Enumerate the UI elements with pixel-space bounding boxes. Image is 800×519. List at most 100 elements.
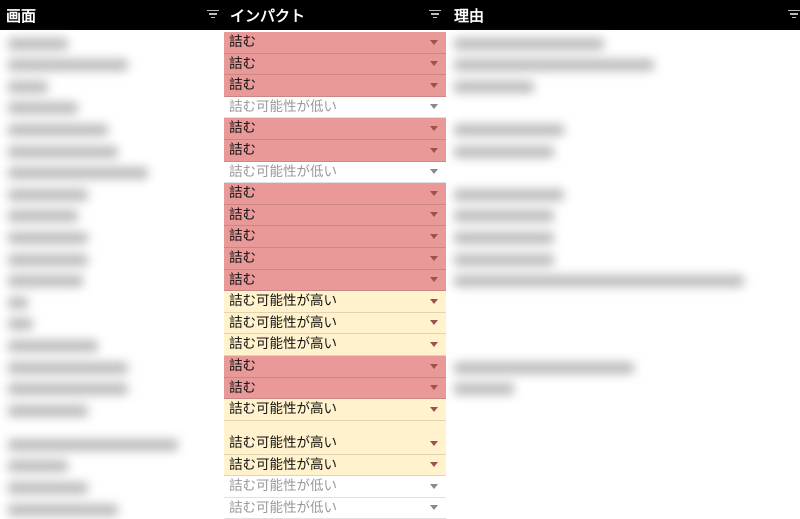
blurred-text <box>454 80 534 93</box>
impact-dropdown-cell[interactable]: 詰む <box>224 118 446 140</box>
dropdown-arrow-icon[interactable] <box>430 406 438 412</box>
blurred-text <box>454 124 564 136</box>
dropdown-arrow-icon[interactable] <box>430 320 438 326</box>
column-header-impact[interactable]: インパクト <box>224 0 305 30</box>
dropdown-arrow-icon[interactable] <box>430 39 438 45</box>
impact-dropdown-cell[interactable]: 詰む <box>224 204 446 227</box>
filter-icon[interactable] <box>788 10 800 20</box>
filter-icon[interactable] <box>429 10 441 20</box>
impact-dropdown-cell[interactable]: 詰む可能性が高い <box>224 399 446 421</box>
dropdown-arrow-icon[interactable] <box>430 298 438 304</box>
dropdown-arrow-icon[interactable] <box>430 341 438 347</box>
blurred-text <box>454 232 554 244</box>
dropdown-arrow-icon[interactable] <box>430 147 438 153</box>
impact-value: 詰む <box>229 249 256 266</box>
blurred-text <box>454 210 554 223</box>
dropdown-arrow-icon[interactable] <box>430 505 438 511</box>
impact-dropdown-cell[interactable]: 詰む <box>224 269 446 292</box>
impact-value: 詰む可能性が高い <box>229 434 337 451</box>
blurred-text <box>8 80 48 93</box>
column-header-screen[interactable]: 画面 <box>0 0 36 30</box>
impact-dropdown-cell[interactable]: 詰む可能性が低い <box>224 497 446 519</box>
impact-value: 詰む <box>229 77 256 94</box>
impact-dropdown-cell[interactable]: 詰む可能性が高い <box>224 454 446 477</box>
blurred-text <box>454 145 554 158</box>
blurred-text <box>8 102 78 115</box>
impact-dropdown-cell[interactable]: 詰む可能性が高い <box>224 291 446 313</box>
impact-value: 詰む可能性が高い <box>229 314 337 331</box>
dropdown-arrow-icon[interactable] <box>430 483 438 489</box>
impact-value: 詰む <box>229 271 256 288</box>
blurred-text <box>8 438 178 451</box>
impact-value: 詰む可能性が低い <box>229 98 337 115</box>
impact-value: 詰む <box>229 34 256 50</box>
impact-dropdown-cell[interactable]: 詰む <box>224 355 446 378</box>
dropdown-arrow-icon[interactable] <box>430 462 438 468</box>
blurred-text <box>8 275 83 288</box>
blurred-text <box>8 404 88 417</box>
blurred-text <box>454 361 634 374</box>
dropdown-arrow-icon[interactable] <box>430 190 438 196</box>
impact-dropdown-cell[interactable]: 詰む可能性が高い <box>224 420 446 455</box>
impact-value: 詰む可能性が高い <box>229 456 337 473</box>
impact-value: 詰む <box>229 228 256 245</box>
impact-value: 詰む <box>229 141 256 158</box>
impact-value: 詰む <box>229 357 256 374</box>
dropdown-arrow-icon[interactable] <box>430 125 438 131</box>
dropdown-arrow-icon[interactable] <box>430 440 438 446</box>
impact-value: 詰む可能性が低い <box>229 163 337 180</box>
impact-dropdown-cell[interactable]: 詰む <box>224 53 446 76</box>
blurred-text <box>8 124 108 136</box>
dropdown-arrow-icon[interactable] <box>430 363 438 369</box>
impact-dropdown-cell[interactable]: 詰む <box>224 75 446 97</box>
impact-dropdown-cell[interactable]: 詰む可能性が高い <box>224 312 446 335</box>
impact-dropdown-cell[interactable]: 詰む可能性が低い <box>224 96 446 119</box>
impact-value: 詰む可能性が高い <box>229 336 337 353</box>
impact-value: 詰む可能性が高い <box>229 293 337 310</box>
impact-dropdown-cell[interactable]: 詰む <box>224 377 446 400</box>
impact-dropdown-cell[interactable]: 詰む <box>224 139 446 162</box>
blurred-text <box>8 253 88 266</box>
impact-dropdown-cell[interactable]: 詰む可能性が低い <box>224 161 446 184</box>
blurred-text <box>454 275 744 288</box>
blurred-text <box>8 482 88 494</box>
impact-value: 詰む可能性が高い <box>229 401 337 418</box>
column-header-reason[interactable]: 理由 <box>448 0 484 30</box>
blurred-text <box>8 383 128 396</box>
blurred-text <box>8 59 128 72</box>
dropdown-arrow-icon[interactable] <box>430 212 438 218</box>
dropdown-arrow-icon[interactable] <box>430 169 438 175</box>
impact-value: 詰む <box>229 206 256 223</box>
blurred-text <box>454 383 514 396</box>
impact-dropdown-cell[interactable]: 詰む可能性が高い <box>224 334 446 356</box>
dropdown-arrow-icon[interactable] <box>430 61 438 67</box>
filter-icon[interactable] <box>207 10 219 20</box>
impact-dropdown-cell[interactable]: 詰む <box>224 183 446 205</box>
blurred-text <box>8 37 68 50</box>
blurred-text <box>8 232 88 244</box>
impact-value: 詰む <box>229 120 256 137</box>
impact-dropdown-cell[interactable]: 詰む <box>224 32 446 54</box>
blurred-text <box>8 503 118 516</box>
blurred-text <box>8 145 118 158</box>
dropdown-arrow-icon[interactable] <box>430 82 438 88</box>
impact-dropdown-cell[interactable]: 詰む可能性が低い <box>224 476 446 498</box>
dropdown-arrow-icon[interactable] <box>430 385 438 391</box>
impact-value: 詰む <box>229 379 256 396</box>
dropdown-arrow-icon[interactable] <box>430 277 438 283</box>
blurred-text <box>454 59 654 72</box>
blurred-text <box>8 210 78 223</box>
impact-value: 詰む可能性が低い <box>229 499 337 516</box>
impact-value: 詰む <box>229 185 256 202</box>
dropdown-arrow-icon[interactable] <box>430 104 438 110</box>
blurred-text <box>454 188 564 201</box>
blurred-reason-column <box>448 32 800 518</box>
blurred-text <box>454 37 604 50</box>
dropdown-arrow-icon[interactable] <box>430 233 438 239</box>
blurred-text <box>8 361 128 374</box>
impact-dropdown-cell[interactable]: 詰む <box>224 247 446 270</box>
impact-dropdown-cell[interactable]: 詰む <box>224 226 446 248</box>
blurred-text <box>454 253 554 266</box>
dropdown-arrow-icon[interactable] <box>430 255 438 261</box>
impact-value: 詰む <box>229 55 256 72</box>
